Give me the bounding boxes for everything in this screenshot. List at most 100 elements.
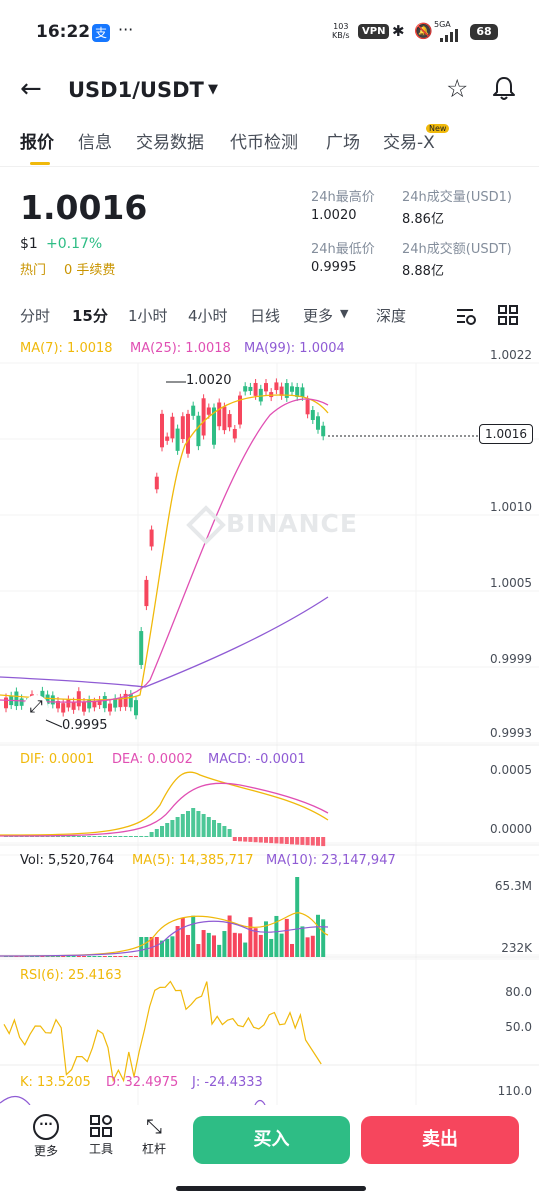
volume-bar: [118, 956, 123, 957]
tab-quote[interactable]: 报价: [20, 128, 54, 153]
pair-selector[interactable]: USD1/USDT: [68, 78, 204, 102]
volume-bar: [196, 944, 201, 957]
volume-label: 24h成交量(USD1): [402, 190, 512, 205]
volume-bar: [248, 917, 253, 957]
tools-label: 工具: [88, 1142, 113, 1156]
caret-down-icon[interactable]: ▼: [340, 307, 348, 320]
volume-bar: [180, 917, 185, 957]
candle-body: [305, 399, 310, 415]
candle-body: [321, 425, 326, 437]
interval-time[interactable]: 分时: [20, 305, 50, 326]
macd-axis-tick: 0.0000: [490, 822, 532, 836]
volume-bar: [310, 935, 315, 957]
candle-body: [300, 387, 305, 397]
macd-bar: [113, 836, 118, 837]
interval-depth[interactable]: 深度: [376, 305, 406, 326]
tools-icon: [90, 1115, 112, 1137]
volume-bar: [82, 956, 86, 957]
volume-bar: [113, 956, 118, 957]
volume-bar: [217, 944, 222, 957]
candle-body: [191, 405, 196, 416]
macd-bar: [71, 836, 76, 837]
tools-button[interactable]: 工具: [81, 1114, 121, 1157]
candle-body: [71, 701, 76, 710]
macd-bar: [279, 837, 284, 844]
tab-square[interactable]: 广场: [326, 128, 360, 153]
caret-down-icon[interactable]: ▼: [208, 82, 218, 97]
interval-1d[interactable]: 日线: [250, 305, 280, 326]
sell-button[interactable]: 卖出: [361, 1116, 519, 1164]
interval-15m[interactable]: 15分: [72, 305, 108, 326]
price-axis-tick: 1.0022: [490, 348, 532, 362]
leverage-icon: ⤡: [146, 1114, 162, 1138]
macd-bar: [144, 836, 149, 837]
ma7-label: MA(7): 1.0018: [20, 341, 113, 356]
volume-bar: [154, 937, 159, 957]
ma99-label: MA(99): 1.0004: [244, 341, 345, 356]
candle-body: [76, 691, 81, 707]
volume-bar: [222, 931, 227, 957]
interval-1h[interactable]: 1小时: [128, 305, 168, 326]
tab-info[interactable]: 信息: [78, 128, 112, 153]
price-axis-tick: 1.0010: [490, 500, 532, 514]
more-label: 更多: [33, 1144, 58, 1158]
interval-4h[interactable]: 4小时: [188, 305, 228, 326]
vol-ma10-label: MA(10): 23,147,947: [266, 853, 396, 868]
high-annotation: 1.0020: [186, 373, 232, 388]
grid-layout-icon[interactable]: [498, 305, 518, 325]
alipay-icon: 支: [92, 24, 110, 42]
volume-bar: [232, 932, 237, 957]
home-indicator: [176, 1186, 366, 1191]
volume-bar: [97, 956, 102, 957]
interval-more[interactable]: 更多: [303, 305, 333, 326]
rsi-label: RSI(6): 25.4163: [20, 968, 122, 983]
low-value: 0.9995: [311, 260, 357, 275]
more-button[interactable]: ··· 更多: [26, 1114, 66, 1159]
macd-bar: [191, 808, 196, 837]
price-change: +0.17%: [46, 236, 103, 252]
volume-bar: [165, 938, 170, 957]
macd-bar: [139, 836, 144, 837]
macd-bar: [134, 836, 138, 837]
volume-bar: [269, 938, 274, 957]
favorite-star-icon[interactable]: ☆: [446, 74, 468, 103]
leverage-button[interactable]: ⤡ 杠杆: [134, 1114, 174, 1157]
mute-icon: 🔕: [414, 22, 433, 40]
rsi-axis-tick: 50.0: [505, 1020, 532, 1034]
candle-body: [258, 388, 263, 402]
macd-bar: [217, 823, 222, 837]
candle-body: [165, 436, 170, 441]
vol-ma5-label: MA(5): 14,385,717: [132, 853, 254, 868]
volume-bar: [321, 919, 326, 957]
macd-bar: [238, 837, 242, 842]
macd-axis-tick: 0.0005: [490, 763, 532, 777]
macd-bar: [97, 836, 102, 837]
candle-body: [310, 410, 315, 420]
bell-icon[interactable]: [490, 74, 518, 102]
binance-watermark: BINANCE: [226, 509, 358, 538]
low-annotation: 0.9995: [62, 718, 108, 733]
tab-trading-data[interactable]: 交易数据: [136, 128, 204, 153]
candle-body: [170, 416, 175, 439]
tab-token-check[interactable]: 代币检测: [230, 128, 298, 153]
candle-body: [290, 386, 294, 392]
volume-bar: [128, 956, 133, 957]
macd-bar: [154, 829, 159, 837]
volume-bar: [212, 935, 216, 957]
volume-bar: [102, 956, 107, 957]
back-arrow-icon[interactable]: ←: [20, 76, 42, 102]
kline-chart[interactable]: MA(7): 1.0018 MA(25): 1.0018 MA(99): 1.0…: [0, 335, 539, 1105]
volume-bar: [206, 932, 211, 957]
status-bar: 16:22 支 ··· 103 KB/s VPN ✱ 🔕 5GA 68: [0, 0, 539, 60]
expand-icon[interactable]: ⤢: [24, 695, 48, 719]
buy-button[interactable]: 买入: [193, 1116, 350, 1164]
candle-body: [134, 700, 138, 716]
candle-body: [102, 696, 107, 709]
candle-body: [217, 402, 222, 427]
macd-bar: [76, 836, 81, 837]
detail-tabs: 报价 信息 交易数据 代币检测 广场 交易-X New: [0, 124, 539, 167]
indicator-settings-icon[interactable]: [455, 305, 477, 327]
hot-tag: 热门: [20, 263, 47, 278]
macd-bar: [300, 837, 305, 845]
battery-icon: 68: [470, 24, 498, 40]
